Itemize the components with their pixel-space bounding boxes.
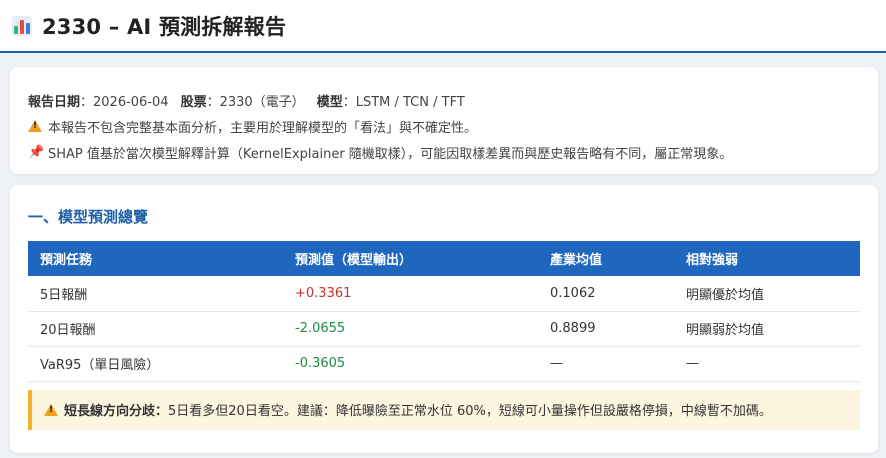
table-row: VaR95（單日風險） -0.3605 — — (28, 346, 860, 382)
industry-avg-cell: — (538, 346, 674, 382)
disclaimer-text: 本報告不包含完整基本面分析，主要用於理解模型的「看法」與不確定性。 (48, 120, 478, 136)
overview-card: 一、模型預測總覽 預測任務 預測值（模型輸出） 產業均值 相對強弱 5日報酬 +… (10, 185, 878, 453)
warning-icon (44, 403, 58, 416)
prediction-cell: +0.3361 (283, 276, 538, 312)
task-cell: 5日報酬 (28, 276, 283, 312)
page-title: 2330 – AI 預測拆解報告 (42, 14, 287, 39)
date-value: ：2026-06-04 (80, 94, 169, 110)
relative-cell: 明顯弱於均值 (674, 311, 860, 347)
task-cell: 20日報酬 (28, 311, 283, 347)
alert-label: 短長線方向分歧： (64, 404, 169, 419)
pushpin-icon: 📌 (28, 144, 45, 160)
table-row: 5日報酬 +0.3361 0.1062 明顯優於均值 (28, 276, 860, 312)
shap-note-line: 📌 SHAP 值基於當次模型解釋計算（KernelExplainer 隨機取樣）… (28, 139, 860, 165)
stock-label: 股票 (180, 94, 207, 110)
date-label: 報告日期 (28, 94, 81, 110)
industry-avg-cell: 0.8899 (538, 311, 674, 347)
column-header: 相對強弱 (686, 253, 739, 268)
report-meta-card: 報告日期 ：2026-06-04 股票 ：2330（電子） 模型 ：LSTM /… (10, 67, 878, 174)
task-cell: VaR95（單日風險） (28, 346, 283, 382)
page-header: 2330 – AI 預測拆解報告 (0, 0, 886, 53)
column-header: 預測值（模型輸出） (295, 253, 413, 268)
alert-text: 5日看多但20日看空。建議：降低曝險至正常水位 60%，短線可小量操作但設嚴格停… (168, 404, 772, 419)
model-value: ：LSTM / TCN / TFT (342, 94, 465, 110)
relative-cell: — (674, 346, 860, 382)
prediction-cell: -2.0655 (283, 311, 538, 347)
column-header: 預測任務 (40, 253, 93, 268)
bar-chart-icon (12, 15, 32, 36)
report-meta-line: 報告日期 ：2026-06-04 股票 ：2330（電子） 模型 ：LSTM /… (28, 87, 860, 113)
relative-cell: 明顯優於均值 (674, 276, 860, 312)
divergence-alert: 短長線方向分歧： 5日看多但20日看空。建議：降低曝險至正常水位 60%，短線可… (28, 389, 860, 430)
table-header-row: 預測任務 預測值（模型輸出） 產業均值 相對強弱 (28, 241, 860, 276)
prediction-table: 預測任務 預測值（模型輸出） 產業均值 相對強弱 5日報酬 +0.3361 0.… (28, 241, 860, 382)
section-title: 一、模型預測總覽 (28, 207, 149, 226)
disclaimer-line: 本報告不包含完整基本面分析，主要用於理解模型的「看法」與不確定性。 (28, 113, 860, 139)
model-label: 模型 (316, 94, 343, 110)
table-row: 20日報酬 -2.0655 0.8899 明顯弱於均值 (28, 311, 860, 347)
prediction-cell: -0.3605 (283, 346, 538, 382)
industry-avg-cell: 0.1062 (538, 276, 674, 312)
shap-note-text: SHAP 值基於當次模型解釋計算（KernelExplainer 隨機取樣），可… (48, 146, 733, 162)
warning-icon (28, 120, 42, 132)
column-header: 產業均值 (550, 253, 603, 268)
stock-value: ：2330（電子） (206, 94, 305, 110)
